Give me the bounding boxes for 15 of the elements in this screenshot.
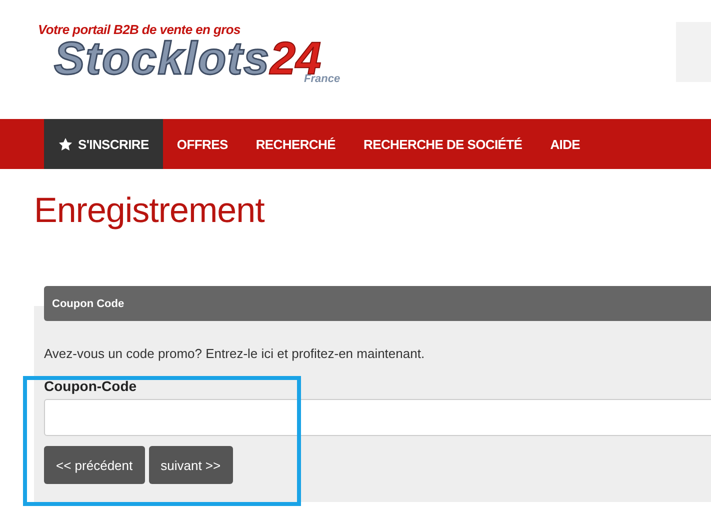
panel-header: Coupon Code bbox=[44, 286, 711, 321]
star-icon bbox=[58, 136, 73, 152]
nav-button[interactable]: << précédent bbox=[44, 446, 145, 484]
nav-item[interactable]: OFFRES bbox=[162, 119, 242, 169]
intro-text: Avez-vous un code promo? Entrez-le ici et profitez-en maintenant. bbox=[44, 346, 426, 361]
tagline: Votre portail B2B de vente en gros bbox=[38, 22, 242, 37]
coupon-field[interactable] bbox=[44, 399, 711, 436]
nav-item[interactable]: S'INSCRIRE bbox=[44, 119, 163, 169]
nav-item[interactable]: RECHERCHÉ bbox=[242, 119, 350, 169]
page-title: Enregistrement bbox=[33, 190, 266, 232]
nav-item[interactable]: AIDE bbox=[536, 119, 594, 169]
nav-item[interactable]: RECHERCHE DE SOCIÉTÉ bbox=[349, 119, 536, 169]
logo-country: France bbox=[304, 73, 340, 85]
field-label: Coupon-Code bbox=[44, 378, 138, 394]
nav-button[interactable]: suivant >> bbox=[148, 446, 233, 484]
